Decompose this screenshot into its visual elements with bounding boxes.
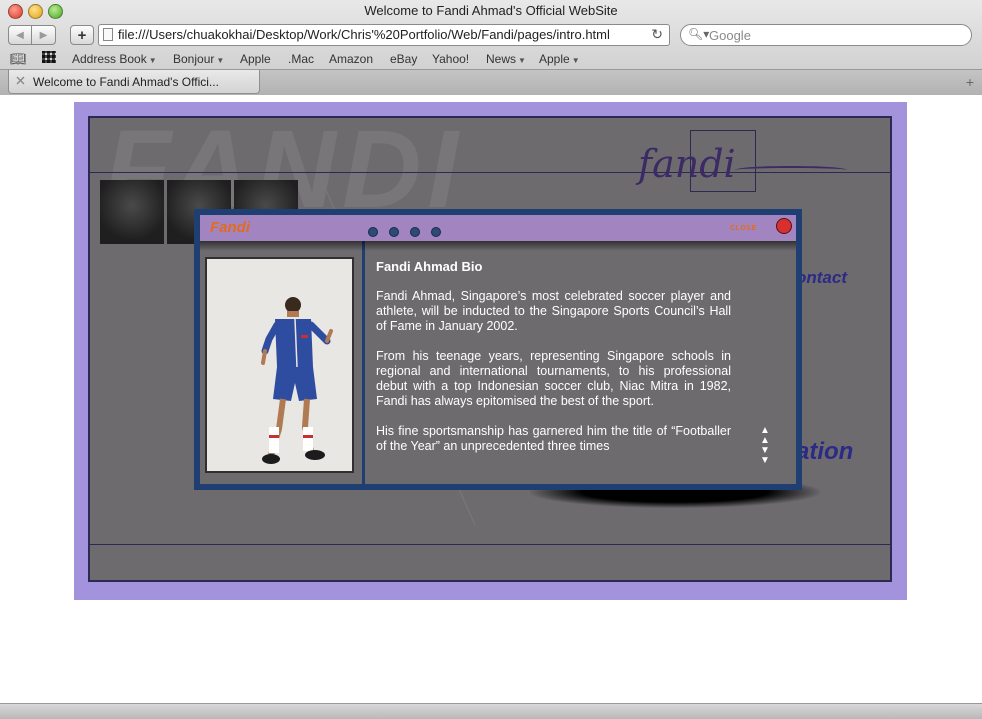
bio-paragraph: His fine sportsmanship has garnered him … (376, 424, 731, 453)
page-dot[interactable] (368, 227, 378, 237)
window-title: Welcome to Fandi Ahmad's Official WebSit… (364, 3, 618, 18)
title-bar: Welcome to Fandi Ahmad's Official WebSit… (0, 0, 982, 22)
plus-icon[interactable]: + (966, 74, 974, 90)
popup-body: Fandi Ahmad Bio Fandi Ahmad, Singapore’s… (200, 241, 796, 484)
footer-divider (90, 544, 890, 545)
bookmark-amazon[interactable]: Amazon (329, 52, 373, 66)
nav-foundation-link[interactable]: ation (796, 438, 853, 466)
chevron-down-icon: ▼ (518, 56, 526, 65)
bio-title: Fandi Ahmad Bio (376, 259, 483, 274)
book-icon[interactable]: 📖︎ (10, 51, 27, 67)
toolbar: ◀ ▶ + file:///Users/chuakokhai/Desktop/W… (0, 22, 982, 49)
bio-paragraph: From his teenage years, representing Sin… (376, 349, 731, 408)
tab-label: Welcome to Fandi Ahmad's Offici... (33, 75, 219, 89)
signature-swoosh (735, 166, 847, 174)
close-icon[interactable] (15, 75, 26, 86)
close-button[interactable] (776, 218, 792, 234)
bookmark-news[interactable]: News ▼ (486, 52, 526, 66)
popup-header[interactable]: Fandi CLOSE (200, 215, 796, 241)
bookmark-yahoo[interactable]: Yahoo! (432, 52, 469, 66)
chevron-down-icon: ▼ (571, 56, 580, 65)
bookmarks-bar: 📖︎ Address Book ▼ Bonjour ▼ Apple .Mac Ama… (0, 49, 982, 69)
bookmark-address-book[interactable]: Address Book ▼ (72, 52, 157, 66)
close-label[interactable]: CLOSE (730, 225, 757, 232)
tab-active[interactable]: Welcome to Fandi Ahmad's Offici... (8, 70, 260, 94)
page-dot[interactable] (431, 227, 441, 237)
bio-popup: Fandi CLOSE Fandi Ahmad Bio Fandi Ahmad,… (194, 209, 802, 490)
bookmark-ebay[interactable]: eBay (390, 52, 417, 66)
bio-paragraph: Fandi Ahmad, Singapore’s most celebrated… (376, 289, 731, 333)
chevron-down-icon: ▼ (216, 56, 225, 65)
search-input[interactable]: 🔍︎▾ Google (680, 24, 972, 46)
nav-contact-link[interactable]: ontact (796, 268, 847, 288)
arrow-left-icon: ◀ (16, 29, 24, 41)
reload-icon[interactable]: ↻ (651, 26, 663, 43)
bio-text-panel[interactable]: Fandi Ahmad Bio Fandi Ahmad, Singapore’s… (376, 259, 731, 469)
soccer-player-image (207, 259, 352, 471)
player-photo (205, 257, 354, 473)
chevron-down-icon: ▼ (148, 56, 157, 65)
page-icon (103, 28, 113, 41)
page-dots (368, 227, 441, 237)
tab-bar: Welcome to Fandi Ahmad's Offici... + (0, 69, 982, 95)
back-button[interactable]: ◀ (8, 25, 32, 45)
page-dot[interactable] (389, 227, 399, 237)
grid-icon[interactable] (42, 51, 56, 63)
bookmark-apple-menu[interactable]: Apple ▼ (539, 52, 580, 66)
bookmark-apple[interactable]: Apple (240, 52, 271, 66)
search-placeholder: Google (709, 28, 751, 43)
scroll-down-icon[interactable]: ▼ ▼ (760, 446, 770, 466)
browser-chrome: Welcome to Fandi Ahmad's Official WebSit… (0, 0, 982, 95)
bookmark-bonjour[interactable]: Bonjour ▼ (173, 52, 224, 66)
photo-panel (200, 241, 365, 484)
plus-icon: + (77, 26, 87, 44)
header-shadow (200, 241, 796, 251)
forward-button[interactable]: ▶ (32, 25, 56, 45)
address-bar[interactable]: file:///Users/chuakokhai/Desktop/Work/Ch… (98, 24, 670, 46)
scroll-up-icon[interactable]: ▲ ▲ (760, 426, 770, 446)
magnifier-icon: 🔍︎▾ (688, 27, 710, 41)
add-bookmark-button[interactable]: + (70, 25, 94, 45)
bookmark-mac[interactable]: .Mac (288, 52, 314, 66)
fandi-signature-logo: fandi (638, 142, 736, 186)
window-bottom-edge (0, 703, 982, 719)
url-text[interactable]: file:///Users/chuakokhai/Desktop/Work/Ch… (118, 27, 638, 42)
arrow-right-icon: ▶ (39, 29, 48, 41)
player-photo (100, 180, 164, 244)
popup-brand: Fandi (210, 219, 250, 236)
page-dot[interactable] (410, 227, 420, 237)
